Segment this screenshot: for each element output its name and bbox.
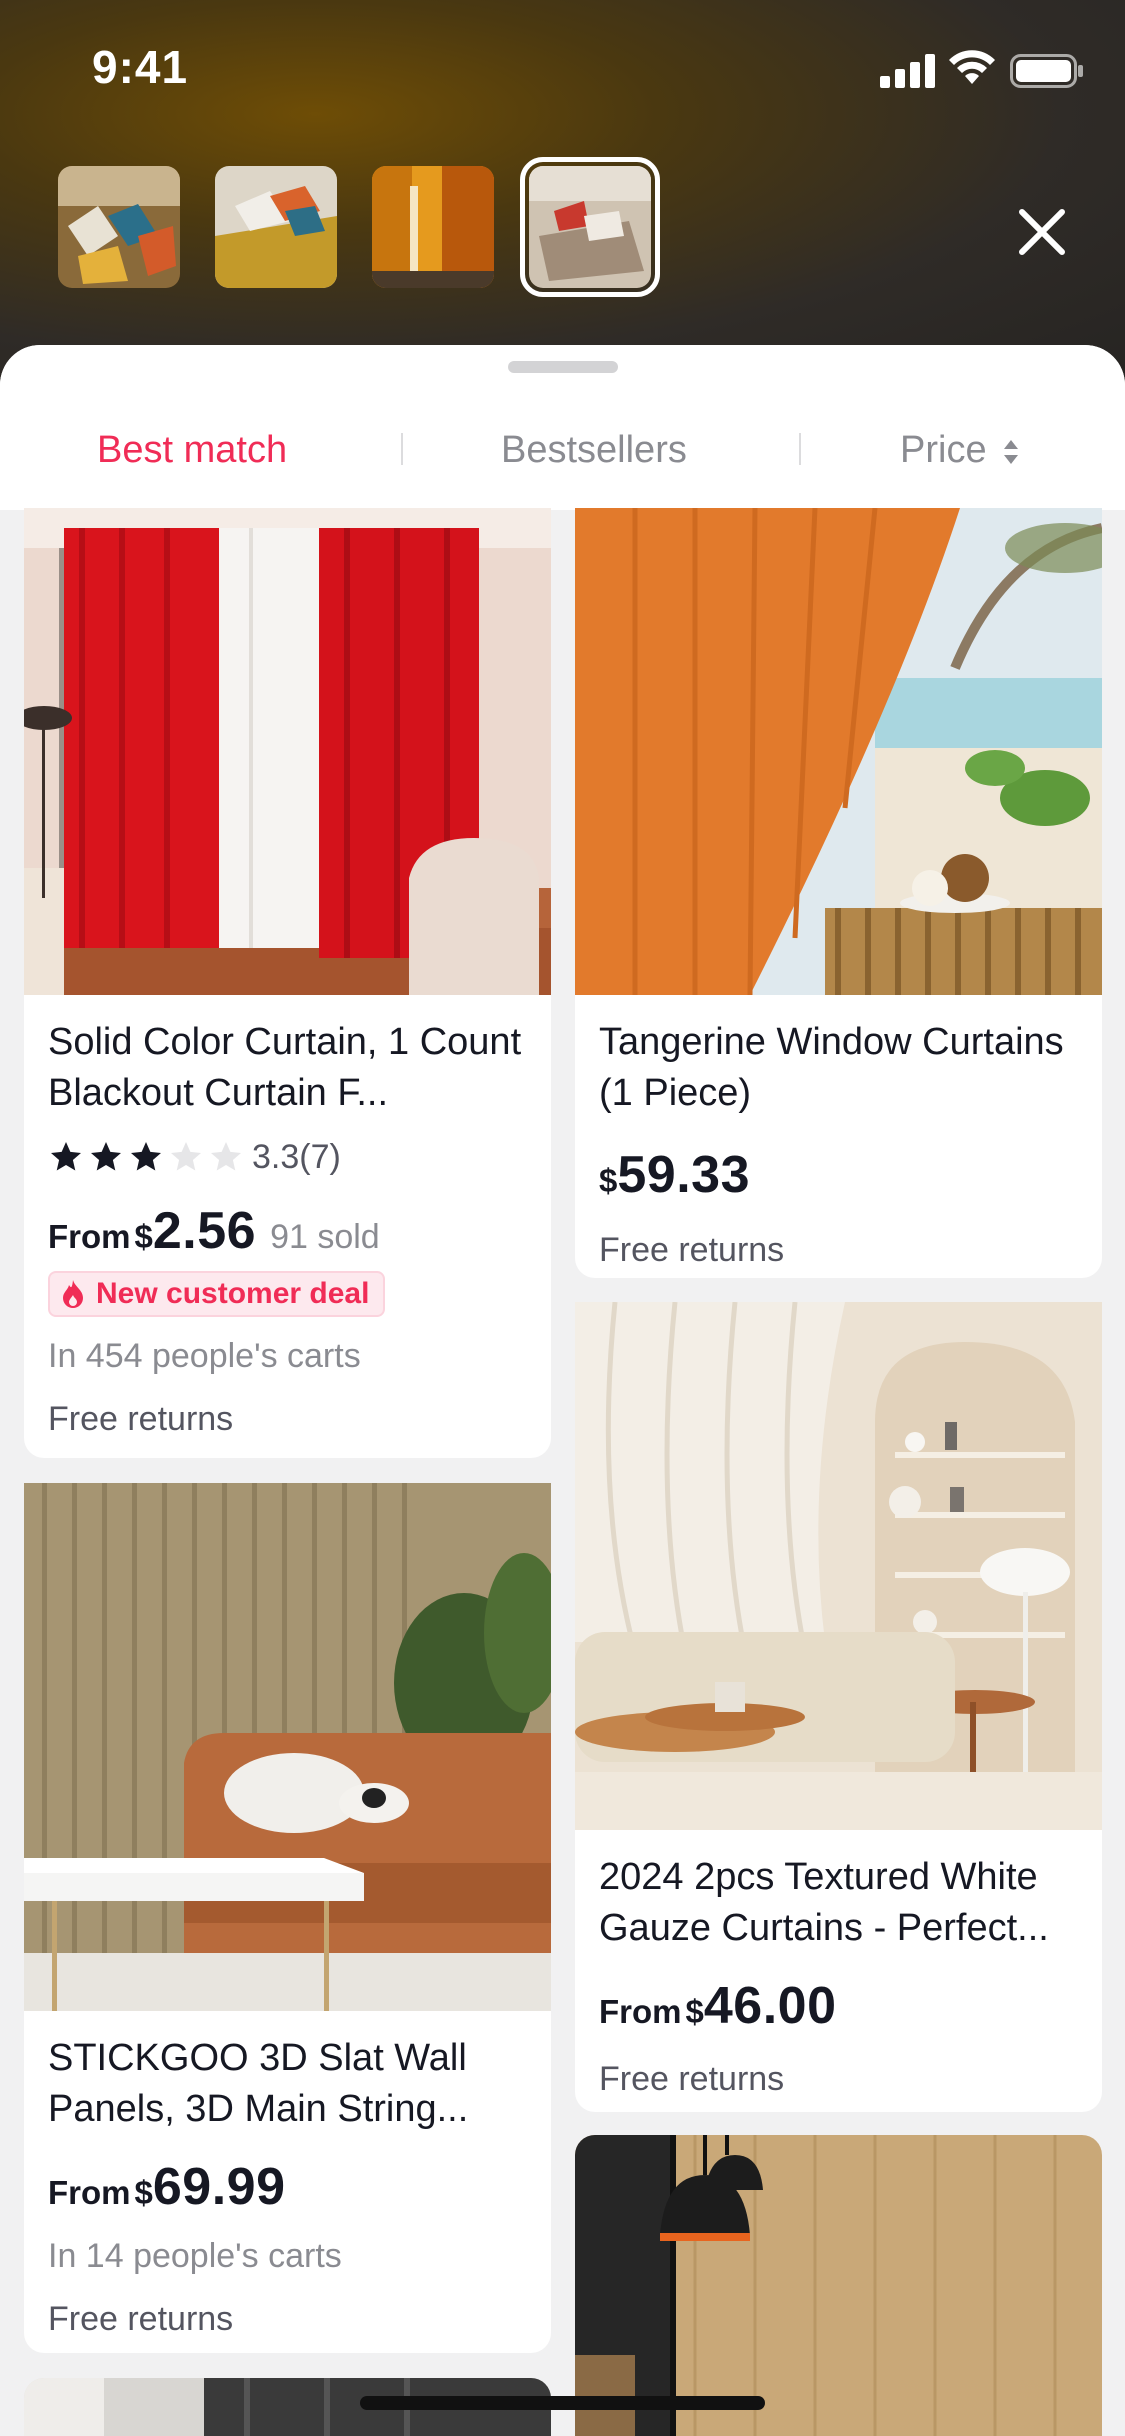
free-returns: Free returns <box>48 2300 234 2338</box>
price-row: $ 59.33 <box>599 1145 1078 1205</box>
sort-tabs: Best match Bestsellers Price <box>0 417 1125 483</box>
price-row: From $ 46.00 <box>599 1976 1078 2036</box>
price-from-label: From <box>48 2174 131 2211</box>
price-currency: $ <box>134 1218 153 1255</box>
new-customer-deal-badge: New customer deal <box>48 1271 386 1317</box>
wifi-icon <box>949 50 995 84</box>
product-image[interactable] <box>575 508 1102 995</box>
thumbnail-4-selected[interactable] <box>520 157 660 297</box>
battery-icon <box>1010 54 1083 88</box>
rating-count: (7) <box>299 1137 341 1176</box>
product-card-1[interactable]: Solid Color Curtain, 1 Count Blackout Cu… <box>24 508 551 1458</box>
sheet-header: Best match Bestsellers Price <box>0 345 1125 510</box>
free-returns: Free returns <box>599 2060 785 2098</box>
product-title[interactable]: Solid Color Curtain, 1 Count Blackout Cu… <box>48 1017 527 1119</box>
tab-label: Best match <box>97 429 288 471</box>
star-empty-icon <box>171 1142 201 1171</box>
product-image[interactable] <box>575 2135 1102 2436</box>
carts-count: In 14 people's carts <box>48 2237 342 2275</box>
status-bar: 9:41 <box>0 0 1125 140</box>
tab-label: Price <box>900 429 987 471</box>
tab-label: Bestsellers <box>501 429 687 471</box>
thumbnail-1[interactable] <box>58 166 180 288</box>
status-time: 9:41 <box>92 41 189 93</box>
price-currency: $ <box>134 2174 153 2211</box>
deal-text: New customer deal <box>96 1277 370 1310</box>
price-amount: 59.33 <box>617 1146 750 1204</box>
thumbnail-3[interactable] <box>372 166 494 288</box>
results-sheet: Best match Bestsellers Price Solid Color… <box>0 345 1125 2436</box>
carts-count: In 454 people's carts <box>48 1337 361 1375</box>
tab-best-match[interactable]: Best match <box>97 417 287 483</box>
price-row: From $ 2.56 91 sold <box>48 1201 527 1261</box>
price-from-label: From <box>48 1218 131 1255</box>
price-currency: $ <box>599 1162 618 1199</box>
tab-price[interactable]: Price <box>900 417 1021 483</box>
price-from-label: From <box>599 1993 682 2030</box>
free-returns: Free returns <box>599 1231 785 1269</box>
sort-arrows-icon <box>1004 439 1019 464</box>
product-title[interactable]: Tangerine Window Curtains (1 Piece) <box>599 1017 1078 1119</box>
product-title[interactable]: STICKGOO 3D Slat Wall Panels, 3D Main St… <box>48 2033 527 2135</box>
product-image[interactable] <box>24 508 551 995</box>
rating-stars <box>48 1139 244 1175</box>
star-empty-icon <box>211 1142 241 1171</box>
tab-divider <box>799 433 801 465</box>
product-title[interactable]: 2024 2pcs Textured White Gauze Curtains … <box>599 1852 1078 1954</box>
cellular-signal-icon <box>880 54 935 88</box>
product-image[interactable] <box>24 1483 551 2011</box>
product-card-3[interactable]: STICKGOO 3D Slat Wall Panels, 3D Main St… <box>24 1483 551 2353</box>
product-card-2[interactable]: Tangerine Window Curtains (1 Piece) $ 59… <box>575 508 1102 1278</box>
free-returns: Free returns <box>48 1400 234 1438</box>
sheet-grabber[interactable] <box>508 361 618 373</box>
product-rating: 3.3 (7) <box>48 1135 527 1179</box>
rating-value: 3.3 <box>252 1137 300 1176</box>
sold-count: 91 sold <box>270 1218 380 1256</box>
flame-icon <box>63 1280 83 1308</box>
product-card-4[interactable]: 2024 2pcs Textured White Gauze Curtains … <box>575 1302 1102 2112</box>
star-filled-icon <box>131 1142 161 1171</box>
close-button[interactable] <box>1010 200 1074 264</box>
star-filled-icon <box>51 1142 81 1171</box>
product-card-6[interactable] <box>575 2135 1102 2436</box>
price-row: From $ 69.99 <box>48 2157 527 2217</box>
thumbnail-2[interactable] <box>215 166 337 288</box>
price-currency: $ <box>685 1993 704 2030</box>
price-amount: 69.99 <box>152 2158 286 2216</box>
product-image[interactable] <box>575 1302 1102 1830</box>
home-indicator <box>360 2396 765 2410</box>
close-icon <box>1019 209 1065 255</box>
star-filled-icon <box>91 1142 121 1171</box>
price-amount: 2.56 <box>152 1202 257 1260</box>
tab-bestsellers[interactable]: Bestsellers <box>501 417 687 483</box>
price-amount: 46.00 <box>703 1977 837 2035</box>
tab-divider <box>401 433 403 465</box>
